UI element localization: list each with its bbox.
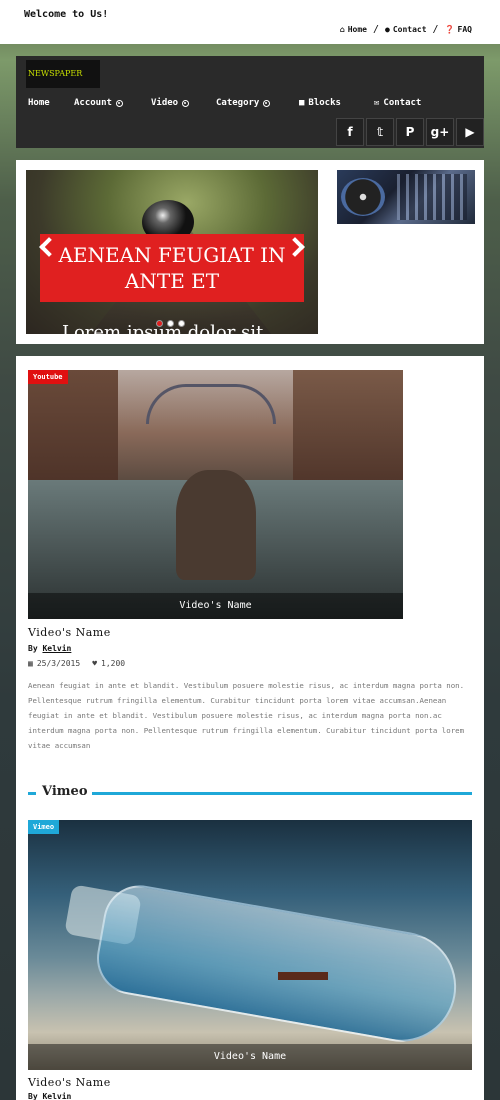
deer — [176, 470, 256, 580]
nav-item-category[interactable]: Category — [216, 98, 271, 108]
nav-item-account[interactable]: Account — [74, 98, 123, 108]
featured-slider: AENEAN FEUGIAT IN ANTE ET Lorem ipsum do… — [16, 160, 484, 344]
category-badge[interactable]: Youtube — [28, 370, 68, 384]
slider-dots — [156, 320, 185, 327]
post-meta: ▦ 25/3/2015 ♥ 1,200 — [28, 659, 125, 668]
youtube-icon[interactable]: ▶ — [456, 118, 484, 146]
envelope-icon: ✉ — [374, 98, 380, 108]
section-title: Vimeo — [42, 784, 88, 799]
cubes-icon: ■ — [299, 98, 305, 108]
slider-dot[interactable] — [167, 320, 174, 327]
heart-icon: ♥ — [92, 659, 98, 668]
section-header: Vimeo — [28, 784, 472, 802]
twitter-icon[interactable]: 𝕥 — [366, 118, 394, 146]
separator: / — [372, 24, 379, 35]
nav-item-label: Home — [28, 98, 50, 108]
bridge — [146, 384, 276, 424]
category-badge[interactable]: Vimeo — [28, 820, 60, 834]
top-bar: Welcome to Us! ⌂ Home / ● Contact / ❓ FA… — [0, 0, 500, 44]
calendar-icon: ▦ — [28, 659, 33, 668]
comments-icon: ● — [385, 25, 390, 34]
top-link-label: Contact — [392, 25, 427, 34]
by-label: By — [28, 644, 38, 653]
home-icon: ⌂ — [339, 25, 345, 34]
top-link-faq[interactable]: ❓ FAQ — [445, 25, 472, 34]
dropdown-icon — [115, 99, 123, 107]
dropdown-icon — [182, 99, 190, 107]
author-link[interactable]: Kelvin — [42, 644, 71, 653]
nav-item-video[interactable]: Video — [151, 98, 190, 108]
post-author: By Kelvin — [28, 644, 71, 653]
section-accent — [28, 792, 36, 795]
post-author: By Kelvin — [28, 1092, 71, 1100]
video-name-overlay: Video's Name — [28, 593, 403, 619]
welcome-text: Welcome to Us! — [24, 9, 109, 20]
post-excerpt: Aenean feugiat in ante et blandit. Vesti… — [28, 681, 465, 750]
separator: / — [432, 24, 439, 35]
post-title[interactable]: Video's Name — [28, 1076, 111, 1089]
top-links: ⌂ Home / ● Contact / ❓ FAQ — [340, 24, 472, 35]
google-plus-icon[interactable]: g+ — [426, 118, 454, 146]
main-content: Youtube Video's Name Video's Name By Kel… — [16, 356, 484, 1100]
nav-item-label: Category — [216, 98, 260, 108]
video-thumbnail[interactable]: Vimeo Video's Name — [28, 820, 472, 1070]
social-links: f 𝕥 P g+ ▶ — [336, 118, 484, 146]
top-link-label: FAQ — [457, 25, 472, 34]
post-likes: 1,200 — [101, 659, 126, 668]
slide-caption[interactable]: AENEAN FEUGIAT IN ANTE ET — [40, 234, 304, 302]
question-icon: ❓ — [444, 25, 455, 34]
ship — [278, 940, 328, 980]
site-header: NEWSPAPER Home Account Video Category ■ … — [16, 56, 484, 148]
section-divider — [92, 792, 472, 795]
post-title[interactable]: Video's Name — [28, 626, 111, 639]
author-link[interactable]: Kelvin — [42, 1092, 71, 1100]
nav-item-label: Account — [74, 98, 112, 108]
mixer-grid — [397, 174, 467, 220]
site-logo[interactable]: NEWSPAPER — [26, 60, 100, 88]
top-link-label: Home — [347, 25, 367, 34]
nav-item-home[interactable]: Home — [28, 98, 50, 108]
post-date: 25/3/2015 — [36, 659, 81, 668]
pinterest-icon[interactable]: P — [396, 118, 424, 146]
nav-item-contact[interactable]: ✉ Contact — [374, 98, 421, 108]
facebook-icon[interactable]: f — [336, 118, 364, 146]
top-link-home[interactable]: ⌂ Home — [340, 25, 367, 34]
turntable-disc — [341, 178, 385, 216]
by-label: By — [28, 1092, 38, 1100]
slider-dot[interactable] — [178, 320, 185, 327]
video-name-overlay: Video's Name — [28, 1044, 472, 1070]
slide-image[interactable]: AENEAN FEUGIAT IN ANTE ET Lorem ipsum do… — [26, 170, 318, 334]
nav-item-label: Video — [151, 98, 179, 108]
slider-dot[interactable] — [156, 320, 163, 327]
video-thumbnail[interactable]: Youtube Video's Name — [28, 370, 403, 619]
nav-item-label: Contact — [383, 98, 422, 108]
nav-item-blocks[interactable]: ■ Blocks — [299, 98, 341, 108]
dropdown-icon — [263, 99, 271, 107]
top-link-contact[interactable]: ● Contact — [385, 25, 427, 34]
side-thumbnail[interactable] — [337, 170, 475, 224]
nav-item-label: Blocks — [308, 98, 341, 108]
